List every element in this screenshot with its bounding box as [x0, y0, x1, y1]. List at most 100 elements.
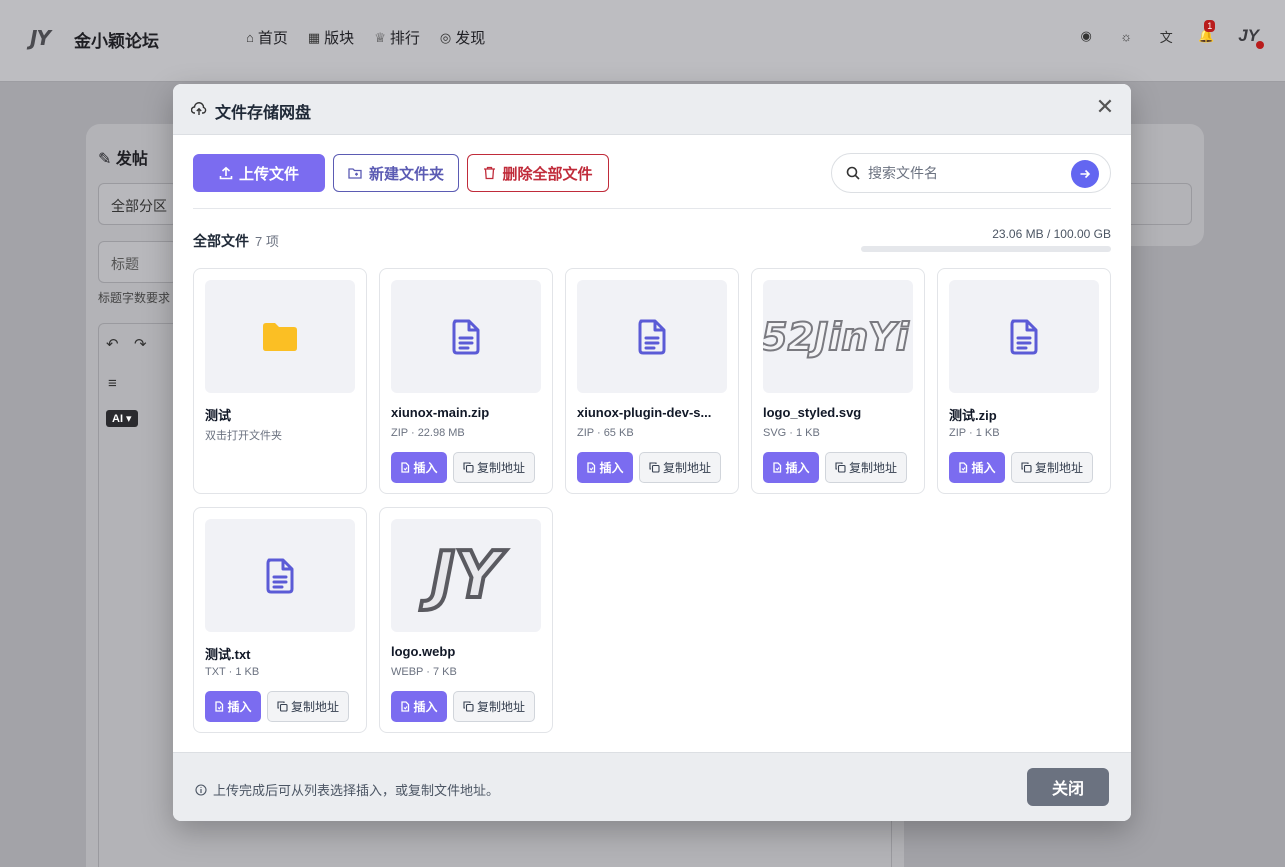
search-icon [846, 166, 860, 180]
folder-plus-icon [348, 168, 362, 179]
file-card[interactable]: 52JinYi logo_styled.svg SVG · 1 KB 插入 复制地址 [751, 268, 925, 494]
insert-button[interactable]: 插入 [763, 452, 819, 483]
file-name: 测试 [205, 408, 232, 423]
ai-button[interactable]: AI ▾ [106, 410, 138, 427]
logo-jy-image: JY [429, 537, 503, 615]
file-card[interactable]: 测试.zip ZIP · 1 KB 插入 复制地址 [937, 268, 1111, 494]
file-name: logo.webp [391, 644, 456, 659]
file-name: 测试.zip [949, 408, 997, 423]
file-card[interactable]: xiunox-plugin-dev-s... ZIP · 65 KB 插入 复制地址 [565, 268, 739, 494]
site-name[interactable]: 金小颖论坛 [74, 27, 159, 52]
copy-icon [649, 462, 660, 473]
insert-file-icon [959, 462, 968, 473]
site-logo[interactable]: JY [30, 26, 51, 50]
sun-icon[interactable]: ☼ [1118, 28, 1134, 44]
insert-button[interactable]: 插入 [391, 452, 447, 483]
trash-icon [484, 166, 496, 180]
insert-file-icon [401, 462, 410, 473]
file-meta: ZIP · 65 KB [577, 427, 634, 439]
footer-note: 上传完成后可从列表选择插入，或复制文件地址。 [195, 780, 499, 799]
search-submit-button[interactable] [1071, 160, 1099, 188]
file-thumbnail [205, 519, 355, 632]
file-meta: 双击打开文件夹 [205, 430, 282, 442]
file-card[interactable]: xiunox-main.zip ZIP · 22.98 MB 插入 复制地址 [379, 268, 553, 494]
file-card[interactable]: JY logo.webp WEBP · 7 KB 插入 复制地址 [379, 507, 553, 733]
translate-icon[interactable]: 文 [1158, 28, 1174, 45]
close-button[interactable]: 关闭 [1027, 768, 1109, 806]
nav-home[interactable]: ⌂ 首页 [246, 27, 288, 48]
file-grid: 测试双击打开文件夹 xiunox-main.zip ZIP · 22.98 MB 插入… [193, 268, 1111, 733]
delete-all-button[interactable]: 删除全部文件 [467, 154, 609, 192]
storage-usage-bar [861, 246, 1111, 252]
toolbar-divider [193, 208, 1111, 209]
title-hint: 标题字数要求 [98, 291, 171, 305]
avatar-status-dot [1256, 41, 1264, 49]
file-name: xiunox-main.zip [391, 405, 490, 420]
storage-usage-text: 23.06 MB / 100.00 GB [992, 227, 1111, 241]
insert-file-icon [215, 701, 224, 712]
item-count: 7 项 [255, 234, 279, 249]
insert-button[interactable]: 插入 [949, 452, 1005, 483]
close-icon[interactable]: ✕ [1093, 96, 1117, 120]
insert-button[interactable]: 插入 [205, 691, 261, 722]
bell-icon[interactable]: 🔔 1 [1198, 20, 1216, 44]
copy-url-button[interactable]: 复制地址 [1011, 452, 1093, 483]
file-actions: 插入 复制地址 [949, 452, 1093, 483]
search-input[interactable] [868, 165, 1058, 181]
all-files-heading: 全部文件 7 项 [193, 233, 279, 249]
file-meta: ZIP · 1 KB [949, 427, 1000, 439]
file-meta: TXT · 1 KB [205, 666, 260, 678]
grid-icon: ▦ [307, 29, 321, 45]
logo-52jinyi-image: 52JinYi [763, 314, 910, 360]
top-navbar: JY 金小颖论坛 ⌂ 首页 ▦ 版块 ♕ 排行 ◎ 发现 ◉ ☼ 文 🔔 1 JY [0, 0, 1285, 82]
file-actions: 插入 复制地址 [763, 452, 907, 483]
nav-discover[interactable]: ◎ 发现 [440, 27, 485, 48]
title-input[interactable]: 标题 [98, 241, 178, 283]
file-thumbnail [949, 280, 1099, 393]
insert-button[interactable]: 插入 [577, 452, 633, 483]
file-actions: 插入 复制地址 [577, 452, 721, 483]
file-name: 测试.txt [205, 647, 251, 662]
compass-icon: ◎ [439, 29, 452, 45]
main-nav: ⌂ 首页 ▦ 版块 ♕ 排行 ◎ 发现 [246, 27, 485, 48]
insert-file-icon [587, 462, 596, 473]
post-title: ✎ 发帖 [98, 151, 148, 168]
document-icon [638, 319, 666, 354]
file-storage-modal: 文件存储网盘 ✕ 上传文件 新建文件夹 删除全部文件 全部文件7 项 23.06… [173, 84, 1131, 821]
file-actions: 插入 复制地址 [391, 691, 535, 722]
redo-icon[interactable]: ↷ [134, 335, 147, 353]
upload-icon [219, 166, 233, 180]
folder-card[interactable]: 测试 双击打开文件夹 [193, 268, 367, 494]
copy-icon [463, 462, 474, 473]
svg-logo-thumbnail: 52JinYi [763, 280, 913, 393]
copy-icon [463, 701, 474, 712]
copy-url-button[interactable]: 复制地址 [639, 452, 721, 483]
cloud-upload-icon [191, 102, 207, 115]
info-icon [195, 783, 207, 796]
file-card[interactable]: 测试.txt TXT · 1 KB 插入 复制地址 [193, 507, 367, 733]
copy-url-button[interactable]: 复制地址 [825, 452, 907, 483]
avatar[interactable]: JY [1238, 26, 1264, 49]
modal-toolbar: 上传文件 新建文件夹 删除全部文件 [193, 154, 609, 192]
new-folder-button[interactable]: 新建文件夹 [333, 154, 459, 192]
nav-boards[interactable]: ▦ 版块 [308, 27, 354, 48]
nav-ranking[interactable]: ♕ 排行 [374, 27, 420, 48]
upload-button[interactable]: 上传文件 [193, 154, 325, 192]
trophy-icon: ♕ [374, 29, 386, 45]
file-thumbnail [205, 280, 355, 393]
copy-url-button[interactable]: 复制地址 [453, 691, 535, 722]
undo-icon[interactable]: ↶ [106, 335, 119, 353]
file-thumbnail [391, 280, 541, 393]
header-actions: ◉ ☼ 文 🔔 1 JY [1078, 20, 1264, 49]
palette-icon[interactable]: ◉ [1078, 28, 1094, 44]
align-icon[interactable]: ≡ [108, 375, 117, 392]
insert-file-icon [401, 701, 410, 712]
copy-url-button[interactable]: 复制地址 [267, 691, 349, 722]
search-box [831, 153, 1111, 193]
insert-button[interactable]: 插入 [391, 691, 447, 722]
file-thumbnail [577, 280, 727, 393]
copy-url-button[interactable]: 复制地址 [453, 452, 535, 483]
copy-icon [277, 701, 288, 712]
file-meta: ZIP · 22.98 MB [391, 427, 465, 439]
category-select[interactable]: 全部分区 [98, 183, 178, 225]
